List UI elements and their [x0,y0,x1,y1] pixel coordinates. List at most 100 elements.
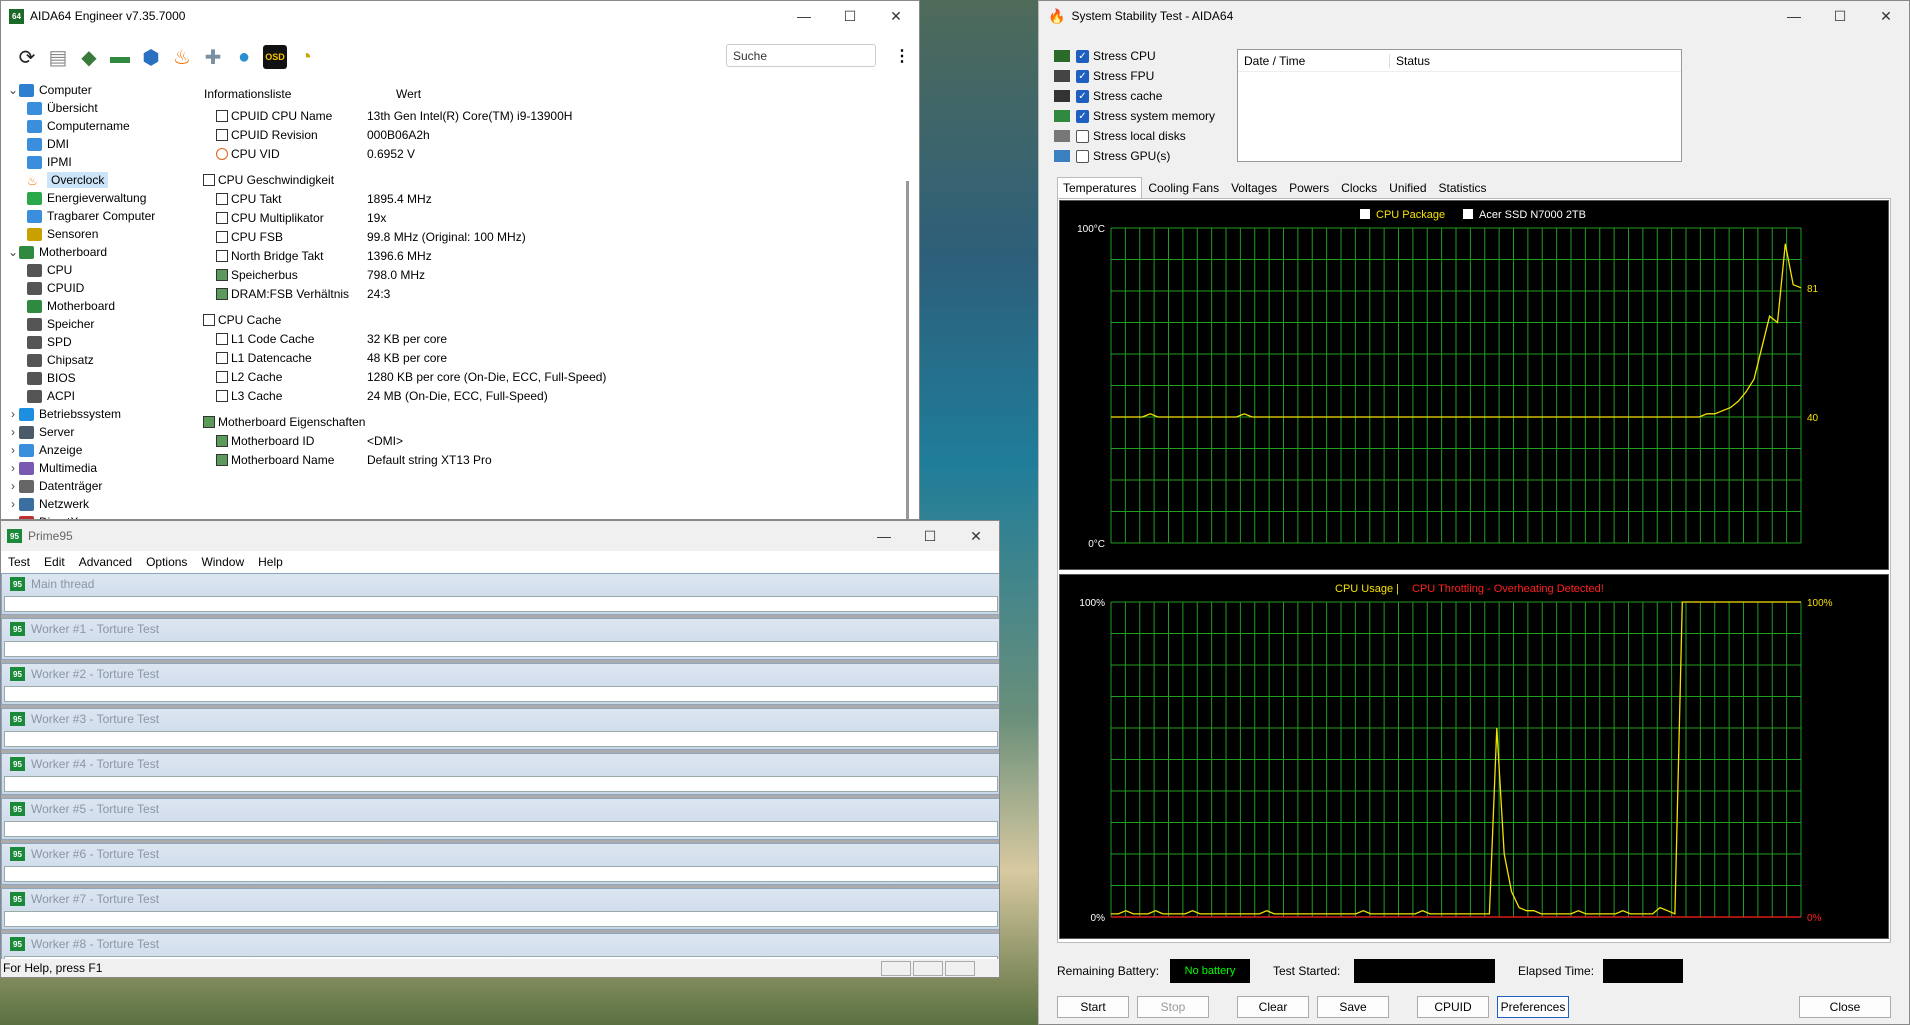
maximize-button[interactable]: ☐ [907,528,953,545]
table-row[interactable]: CPU Takt 1895.4 MHz [196,189,909,208]
table-row[interactable]: L1 Datencache 48 KB per core [196,348,909,367]
worker-window[interactable]: 95 Main thread [1,573,999,615]
minimize-button[interactable]: — [861,528,907,544]
maximize-button[interactable]: ☐ [827,8,873,25]
tree-item[interactable]: Sensoren [1,225,196,243]
table-row[interactable]: CPU FSB 99.8 MHz (Original: 100 MHz) [196,227,909,246]
stress-option[interactable]: ✓ Stress CPU [1054,46,1215,66]
checkbox[interactable] [1076,129,1089,143]
table-row[interactable]: Speicherbus 798.0 MHz [196,265,909,284]
tree-item[interactable]: Tragbarer Computer [1,207,196,225]
tree-item[interactable]: Energieverwaltung [1,189,196,207]
scrollbar[interactable] [906,181,909,519]
table-row[interactable]: CPU VID 0.6952 V [196,144,909,163]
checkbox[interactable]: ✓ [1076,89,1089,103]
motherboard-icon[interactable]: ◆ [77,45,101,69]
checkbox[interactable]: ✓ [1076,69,1089,83]
memory-icon[interactable]: ▬ [108,45,132,69]
table-row[interactable]: DRAM:FSB Verhältnis 24:3 [196,284,909,303]
legend-checkbox[interactable] [1360,209,1370,219]
clear-button[interactable]: Clear [1237,996,1309,1018]
stress-option[interactable]: ✓ Stress FPU [1054,66,1215,86]
tree-item[interactable]: › Datenträger [1,477,196,495]
worker-window[interactable]: 95 Worker #4 - Torture Test [1,753,999,795]
tree-item[interactable]: Motherboard [1,297,196,315]
stress-option[interactable]: ✓ Stress cache [1054,86,1215,106]
tree-item[interactable]: ⌄ Motherboard [1,243,196,261]
worker-window[interactable]: 95 Worker #6 - Torture Test [1,843,999,885]
menu-item-advanced[interactable]: Advanced [72,555,139,569]
sensor-icon[interactable]: ◔ [294,45,318,69]
start-button[interactable]: Start [1057,996,1129,1018]
worker-window[interactable]: 95 Worker #7 - Torture Test [1,888,999,930]
menu-item-test[interactable]: Test [1,555,37,569]
save-button[interactable]: Save [1317,996,1389,1018]
tab-clocks[interactable]: Clocks [1335,177,1383,198]
column-header-date[interactable]: Date / Time [1238,53,1390,68]
tools-icon[interactable]: ✚ [201,45,225,69]
stress-option[interactable]: Stress GPU(s) [1054,146,1215,166]
tree-item[interactable]: SPD [1,333,196,351]
search-input[interactable]: Suche [726,44,876,67]
column-header-status[interactable]: Status [1390,54,1430,68]
worker-window[interactable]: 95 Worker #2 - Torture Test [1,663,999,705]
tab-unified[interactable]: Unified [1383,177,1432,198]
legend-checkbox[interactable] [1463,209,1473,219]
table-row[interactable]: CPUID Revision 000B06A2h [196,125,909,144]
table-row[interactable]: L2 Cache 1280 KB per core (On-Die, ECC, F… [196,367,909,386]
menu-item-help[interactable]: Help [251,555,290,569]
tree-item[interactable]: DMI [1,135,196,153]
table-row[interactable]: CPUID CPU Name 13th Gen Intel(R) Core(TM)… [196,106,909,125]
stress-option[interactable]: ✓ Stress system memory [1054,106,1215,126]
table-row[interactable]: L3 Cache 24 MB (On-Die, ECC, Full-Speed) [196,386,909,405]
close-dialog-button[interactable]: Close [1799,996,1891,1018]
menu-item-window[interactable]: Window [194,555,251,569]
tree-item[interactable]: › Betriebssystem [1,405,196,423]
expand-toggle-icon[interactable]: › [7,461,19,475]
table-row[interactable]: Motherboard Name Default string XT13 Pro [196,450,909,469]
more-menu-button[interactable]: ⋮ [894,46,910,66]
tree-item[interactable]: ⌄ Computer [1,81,196,99]
tab-voltages[interactable]: Voltages [1225,177,1283,198]
tree-item[interactable]: › Anzeige [1,441,196,459]
minimize-button[interactable]: — [1771,8,1817,24]
network-icon[interactable]: ⬢ [139,45,163,69]
worker-window[interactable]: 95 Worker #3 - Torture Test [1,708,999,750]
user-icon[interactable]: ● [232,45,256,69]
tab-statistics[interactable]: Statistics [1433,177,1493,198]
tree-item[interactable]: Speicher [1,315,196,333]
refresh-icon[interactable]: ⟳ [15,45,39,69]
expand-toggle-icon[interactable]: › [7,443,19,457]
tree-item[interactable]: ›DirectX [1,513,196,519]
stress-option[interactable]: Stress local disks [1054,126,1215,146]
group-header[interactable]: Motherboard Eigenschaften [196,412,909,431]
checkbox[interactable] [1076,149,1089,163]
menu-item-options[interactable]: Options [139,555,194,569]
tree-item[interactable]: IPMI [1,153,196,171]
table-row[interactable]: Motherboard ID <DMI> [196,431,909,450]
tab-temperatures[interactable]: Temperatures [1057,177,1143,198]
flame-icon[interactable]: ♨ [170,45,194,69]
tree-item[interactable]: BIOS [1,369,196,387]
checkbox[interactable]: ✓ [1076,109,1089,123]
tree-item[interactable]: Übersicht [1,99,196,117]
menu-item-edit[interactable]: Edit [37,555,72,569]
tree-item[interactable]: Chipsatz [1,351,196,369]
close-button[interactable]: ✕ [873,8,919,25]
tree-item[interactable]: ACPI [1,387,196,405]
tree-item[interactable]: CPU [1,261,196,279]
column-header-field[interactable]: Informationsliste [196,87,396,101]
osd-icon[interactable]: OSD [263,45,287,69]
tree-item[interactable]: Computername [1,117,196,135]
tree-item[interactable]: › Server [1,423,196,441]
tree-item[interactable]: ♨ Overclock [1,171,196,189]
group-header[interactable]: CPU Cache [196,310,909,329]
expand-toggle-icon[interactable]: › [7,425,19,439]
close-button[interactable]: ✕ [1863,8,1909,25]
checkbox[interactable]: ✓ [1076,49,1089,63]
worker-window[interactable]: 95 Worker #1 - Torture Test [1,618,999,660]
worker-window[interactable]: 95 Worker #5 - Torture Test [1,798,999,840]
cpuid-button[interactable]: CPUID [1417,996,1489,1018]
expand-toggle-icon[interactable]: › [7,407,19,421]
expand-toggle-icon[interactable]: ⌄ [7,245,19,259]
